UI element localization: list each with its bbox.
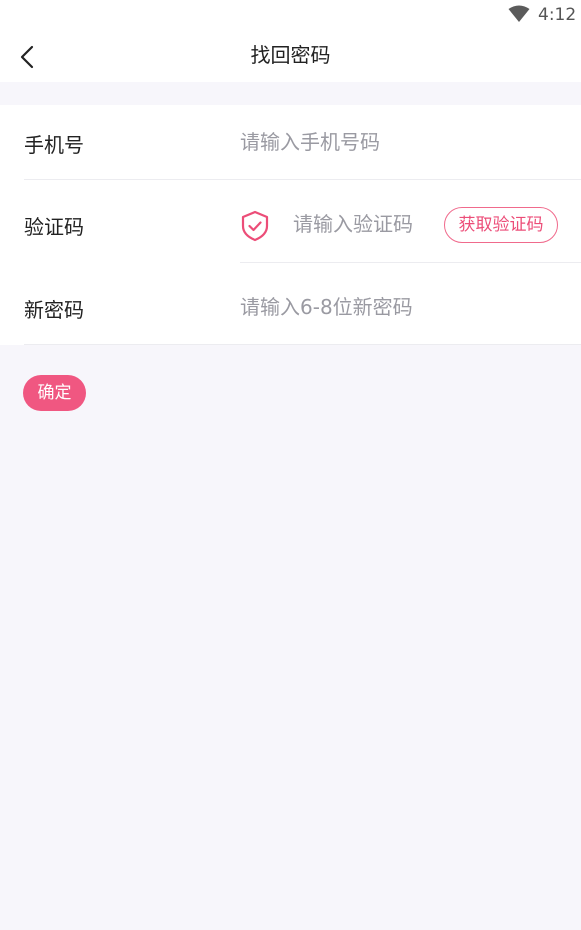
divider [24, 344, 581, 345]
code-input[interactable] [293, 211, 433, 237]
get-code-button[interactable]: 获取验证码 [444, 207, 558, 243]
code-label: 验证码 [24, 215, 84, 239]
password-row: 新密码 [0, 268, 581, 345]
phone-row: 手机号 [0, 105, 581, 180]
confirm-button[interactable]: 确定 [23, 375, 86, 411]
reset-password-form: 手机号 验证码 获取验证码 新密码 [0, 105, 581, 345]
phone-input[interactable] [240, 129, 560, 155]
new-password-input[interactable] [240, 294, 560, 320]
shield-check-icon [241, 210, 269, 242]
top-bar: 找回密码 [0, 32, 581, 82]
password-label: 新密码 [24, 298, 84, 322]
status-bar: 4:12 [0, 0, 581, 32]
page-title: 找回密码 [250, 43, 331, 67]
wifi-icon [508, 5, 530, 22]
phone-label: 手机号 [24, 133, 84, 157]
divider [240, 262, 581, 263]
status-time: 4:12 [538, 5, 577, 25]
